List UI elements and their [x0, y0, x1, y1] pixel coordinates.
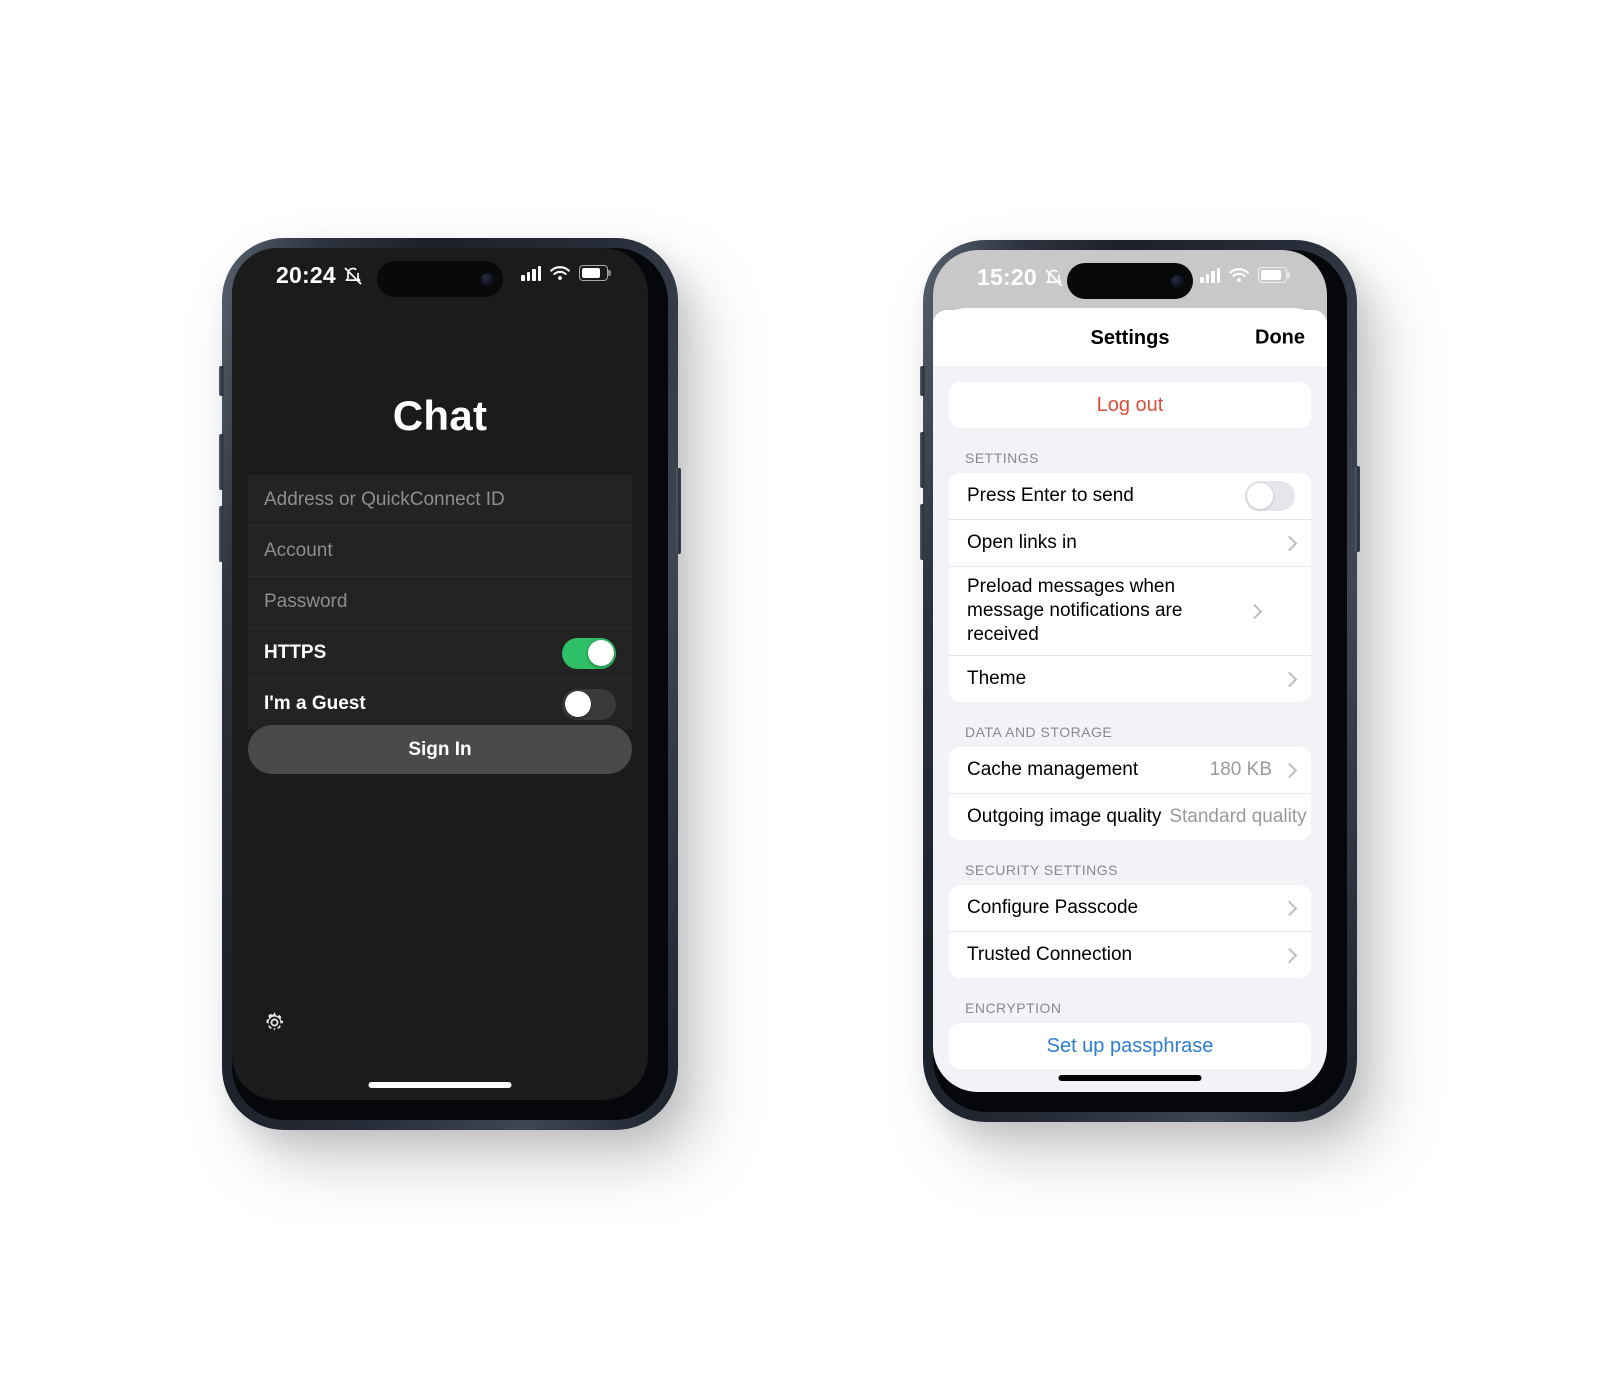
volume-down-button-2[interactable] — [920, 504, 925, 560]
row-label: Cache management — [967, 759, 1139, 781]
section-card-settings: Press Enter to send Open links in Preloa… — [949, 473, 1311, 703]
row-label: Open links in — [967, 531, 1077, 553]
chevron-right-icon — [1281, 535, 1298, 551]
gear-icon — [265, 1011, 283, 1031]
section-header-encryption: ENCRYPTION — [965, 1000, 1062, 1017]
section-card-encryption: Set up passphrase — [949, 1023, 1311, 1070]
screenshot-stage: 20:24 Chat Address or QuickConnect ID Ac… — [0, 0, 1600, 1379]
row-theme[interactable]: Theme — [949, 656, 1311, 702]
settings-screen: 15:20 Settings Done Log out SETTINGS Pre… — [933, 250, 1327, 1092]
row-value: Standard quality — [1169, 806, 1307, 828]
section-header-data-and-storage: DATA AND STORAGE — [965, 724, 1113, 741]
dynamic-island-2 — [1067, 263, 1193, 299]
home-indicator-2 — [1058, 1075, 1202, 1081]
power-button-2[interactable] — [1355, 466, 1360, 552]
volume-up-button[interactable] — [219, 434, 224, 490]
row-label: Theme — [967, 668, 1027, 690]
section-header-security-settings: SECURITY SETTINGS — [965, 862, 1118, 879]
phone-device-login: 20:24 Chat Address or QuickConnect ID Ac… — [219, 238, 681, 1130]
settings-gear-button[interactable] — [256, 1004, 292, 1040]
account-field-row[interactable] — [248, 526, 632, 577]
volume-up-button-2[interactable] — [920, 432, 925, 488]
sheet-title: Settings — [1090, 326, 1170, 349]
front-camera-icon — [481, 272, 494, 286]
address-field-row[interactable] — [248, 475, 632, 526]
cellular-bars-icon — [521, 265, 541, 281]
section-header-settings: SETTINGS — [965, 450, 1040, 466]
settings-list: Log out SETTINGS Press Enter to send Ope… — [933, 366, 1327, 1092]
home-indicator — [368, 1082, 512, 1088]
row-trusted-connection[interactable]: Trusted Connection — [949, 932, 1311, 978]
chevron-right-icon — [1281, 947, 1298, 964]
https-row[interactable]: HTTPS — [248, 628, 632, 679]
https-label: HTTPS — [264, 642, 327, 663]
set-up-passphrase-button[interactable]: Set up passphrase — [949, 1023, 1311, 1069]
row-label: Preload messages when message notificati… — [967, 576, 1183, 646]
login-form: HTTPS I'm a Guest — [248, 475, 632, 729]
settings-sheet: Settings Done Log out SETTINGS Press Ent… — [933, 310, 1327, 1092]
row-open-links-in[interactable]: Open links in — [949, 520, 1311, 567]
wifi-icon — [550, 265, 570, 280]
chevron-right-icon — [1281, 671, 1298, 688]
power-button[interactable] — [676, 468, 681, 554]
account-input[interactable] — [264, 540, 616, 562]
done-button[interactable]: Done — [1255, 327, 1305, 350]
row-preload-messages[interactable]: Preload messages when message notificati… — [949, 567, 1311, 657]
address-input[interactable] — [264, 489, 616, 511]
mute-switch-2[interactable] — [920, 366, 925, 396]
row-press-enter-to-send[interactable]: Press Enter to send — [949, 473, 1311, 520]
dynamic-island — [377, 261, 503, 297]
sign-in-wrap: Sign In — [248, 725, 632, 774]
guest-label: I'm a Guest — [264, 693, 366, 714]
volume-down-button[interactable] — [219, 506, 224, 562]
row-label: Configure Passcode — [967, 897, 1139, 919]
status-bar-right — [521, 265, 611, 281]
chevron-right-icon — [1246, 603, 1263, 619]
row-outgoing-image-quality[interactable]: Outgoing image quality Standard quality — [949, 794, 1311, 840]
log-out-button[interactable]: Log out — [949, 382, 1311, 428]
chevron-right-icon — [1281, 900, 1298, 917]
log-out-card: Log out — [949, 382, 1311, 428]
section-card-security-settings: Configure Passcode Trusted Connection — [949, 885, 1311, 979]
https-toggle[interactable] — [562, 637, 616, 669]
row-label: Outgoing image quality — [967, 806, 1162, 828]
row-cache-management[interactable]: Cache management 180 KB — [949, 747, 1311, 795]
mute-switch[interactable] — [219, 366, 224, 396]
sheet-nav-bar: Settings Done — [933, 310, 1327, 366]
status-time: 20:24 — [276, 262, 336, 288]
section-card-data-and-storage: Cache management 180 KB Outgoing image q… — [949, 747, 1311, 841]
press-enter-toggle[interactable] — [1245, 481, 1295, 511]
password-field-row[interactable] — [248, 577, 632, 628]
guest-row[interactable]: I'm a Guest — [248, 679, 632, 729]
row-value: 180 KB — [1209, 759, 1272, 781]
front-camera-icon-2 — [1171, 274, 1184, 288]
password-input[interactable] — [264, 591, 616, 613]
battery-icon — [579, 265, 611, 281]
guest-toggle[interactable] — [562, 688, 616, 720]
page-title: Chat — [392, 392, 488, 439]
status-bar-left: 20:24 — [276, 262, 363, 289]
phone-device-settings: 15:20 Settings Done Log out SETTINGS Pre… — [920, 240, 1360, 1122]
chevron-right-icon — [1281, 762, 1298, 779]
row-configure-passcode[interactable]: Configure Passcode — [949, 885, 1311, 933]
login-screen: 20:24 Chat Address or QuickConnect ID Ac… — [232, 248, 648, 1100]
bell-slash-icon — [344, 267, 362, 284]
sign-in-button[interactable]: Sign In — [248, 725, 632, 774]
row-label: Press Enter to send — [967, 484, 1134, 506]
row-label: Trusted Connection — [967, 944, 1133, 966]
